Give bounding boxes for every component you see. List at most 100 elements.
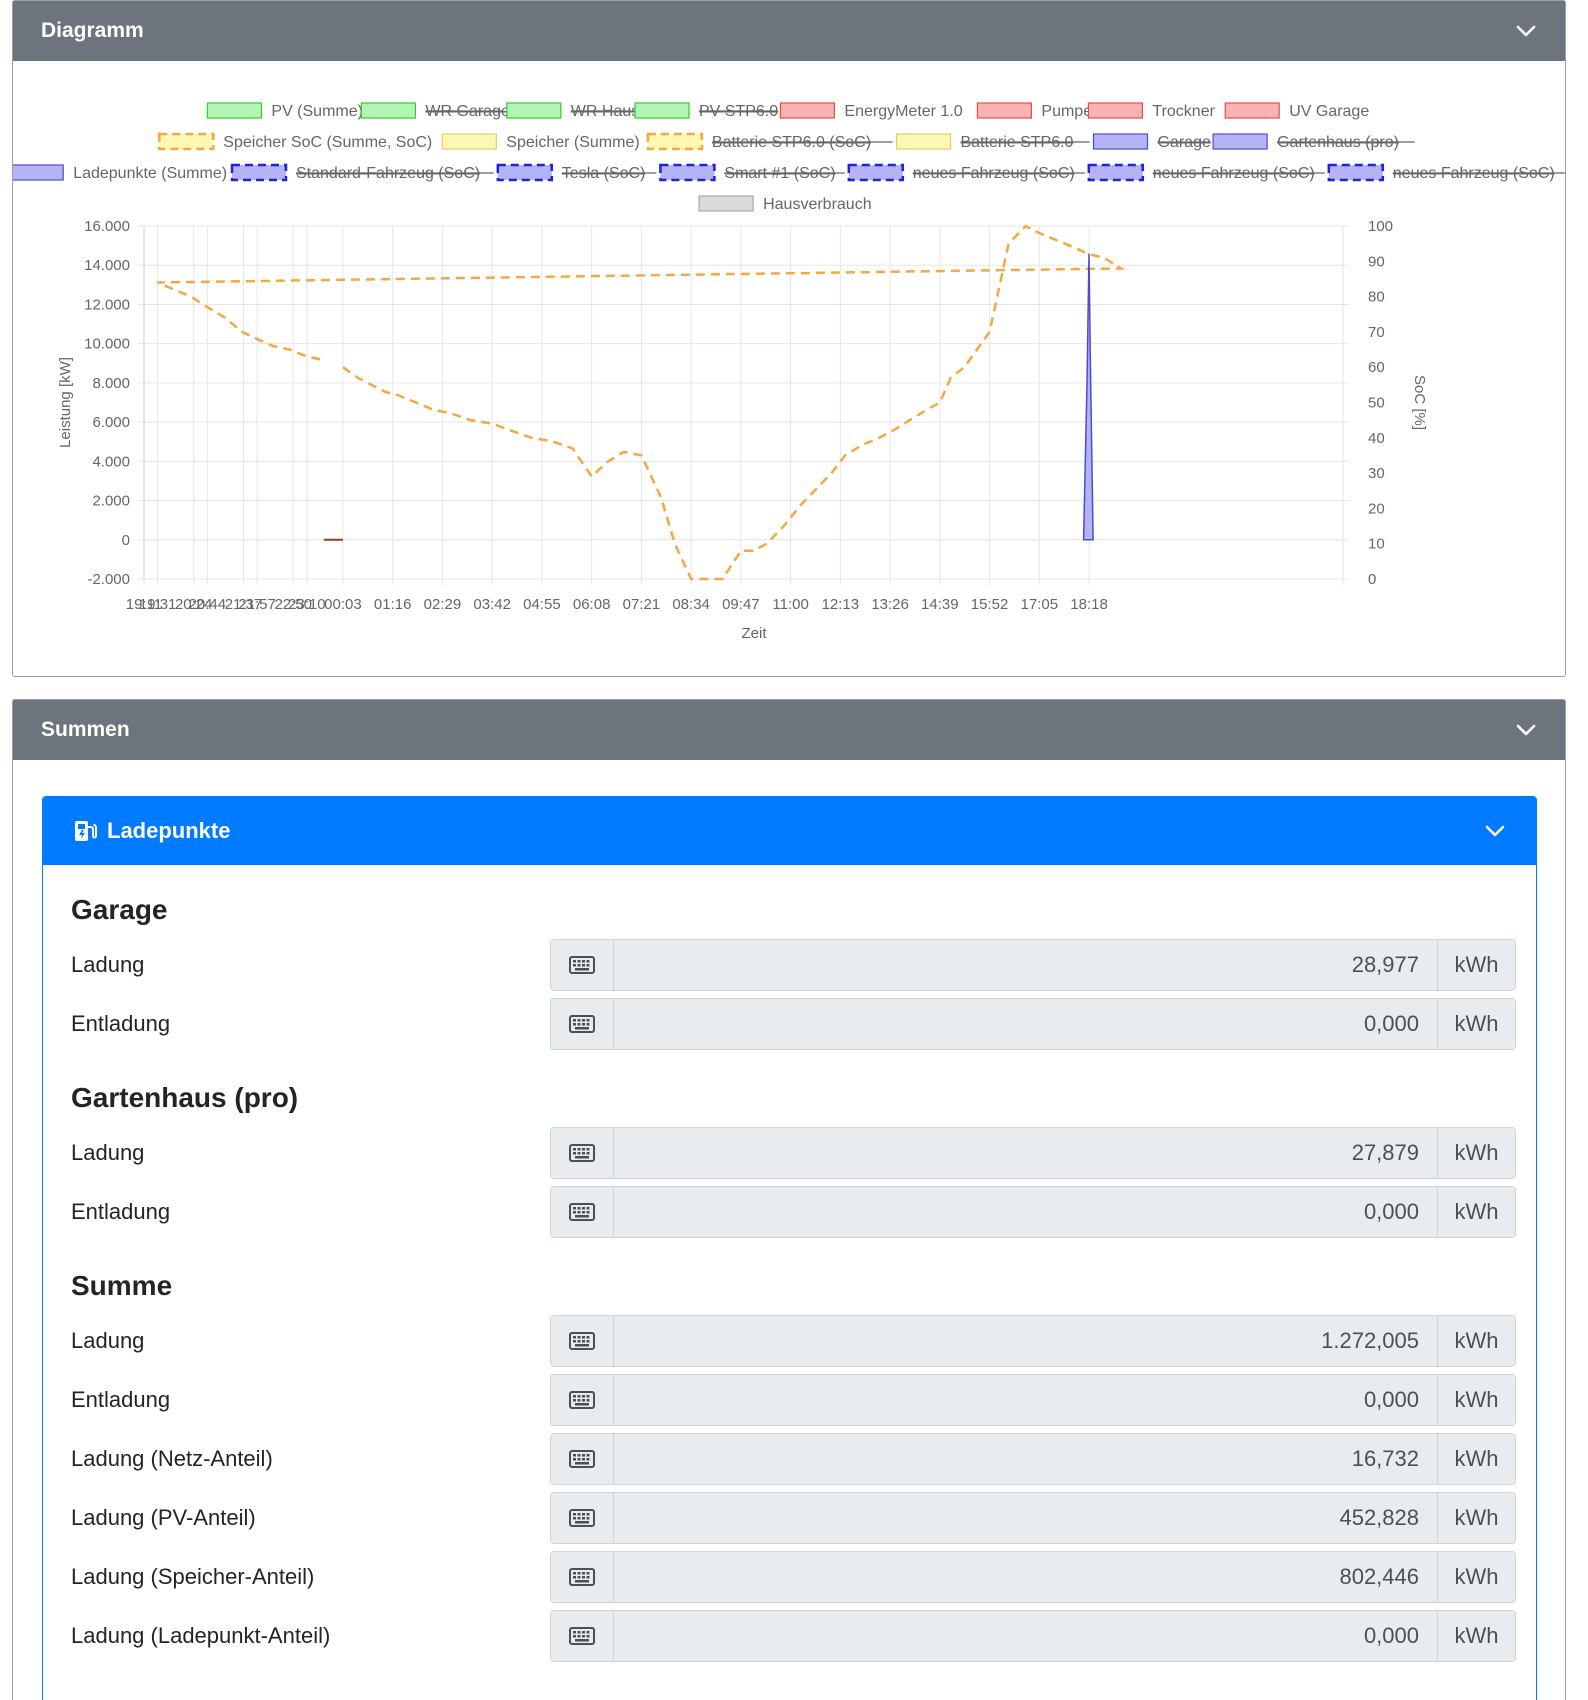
sum-row-label: Entladung xyxy=(71,1386,171,1412)
legend-label: Trockner xyxy=(1152,103,1215,120)
chevron-down-icon[interactable] xyxy=(1515,20,1537,42)
sum-row-label: Entladung xyxy=(71,1198,171,1224)
ladepunkte-title: Ladepunkte xyxy=(107,818,231,843)
series-ladepunkte-area xyxy=(1082,253,1094,541)
legend-label: UV Garage xyxy=(1289,103,1369,120)
sum-unit: kWh xyxy=(1437,1315,1515,1366)
legend-swatch xyxy=(1087,163,1145,182)
y-axis-label-left: Leistung [kW] xyxy=(57,357,74,448)
sum-unit: kWh xyxy=(1437,1610,1515,1661)
summen-card: Summen Ladepunkte Garage Ladung 28,977 kWh E… xyxy=(12,699,1566,1700)
x-tick: 20:44 xyxy=(189,596,227,613)
series-speicher-soc-line xyxy=(157,224,1126,581)
y-tick-right: 40 xyxy=(1368,430,1385,447)
legend-label: Speicher (Summe) xyxy=(506,134,639,151)
x-tick: 15:52 xyxy=(971,596,1009,613)
legend-swatch xyxy=(1212,133,1268,150)
ladepunkte-body: Garage Ladung 28,977 kWh Entladung 0,000 kWh Ga… xyxy=(43,865,1536,1665)
diagramm-title: Diagramm xyxy=(41,19,144,42)
x-tick: 03:42 xyxy=(473,596,511,613)
y-tick-right: 60 xyxy=(1368,359,1385,376)
x-tick: 18:18 xyxy=(1070,596,1108,613)
y-tick-left: 14.000 xyxy=(84,257,130,274)
sum-unit: kWh xyxy=(1437,1492,1515,1543)
legend-swatch xyxy=(1087,102,1144,119)
sum-unit: kWh xyxy=(1437,939,1515,990)
x-tick: 19:31 xyxy=(139,596,177,613)
sum-row: Ladung (Netz-Anteil) 16,732 kWh xyxy=(71,1429,1516,1488)
sum-row-label: Entladung xyxy=(71,1010,171,1036)
legend-swatch xyxy=(158,132,215,151)
sum-value-field: 16,732 kWh xyxy=(550,1432,1516,1485)
legend-swatch xyxy=(1092,133,1149,150)
sum-value-field: 0,000 kWh xyxy=(550,1609,1516,1662)
legend-swatch xyxy=(976,102,1033,119)
sum-row-label: Ladung xyxy=(71,1139,145,1165)
y-tick-right: 10 xyxy=(1368,536,1385,553)
x-tick: 12:13 xyxy=(822,596,860,613)
diagramm-card: Diagramm PV (Summe) WR Garage WR Haus PV ST… xyxy=(12,0,1566,677)
y-tick-right: 80 xyxy=(1368,289,1385,306)
sum-row: Ladung (PV-Anteil) 452,828 kWh xyxy=(71,1488,1516,1547)
x-tick: 08:34 xyxy=(672,596,710,613)
legend-swatch xyxy=(1224,102,1280,119)
sum-row-label: Ladung xyxy=(71,1327,145,1353)
x-tick: 14:39 xyxy=(921,596,959,613)
chevron-down-icon[interactable] xyxy=(1484,820,1506,842)
sum-unit: kWh xyxy=(1437,1433,1515,1484)
x-tick: 23:10 xyxy=(288,596,326,613)
x-tick: 00:03 xyxy=(324,596,362,613)
sum-row: Ladung (Speicher-Anteil) 802,446 kWh xyxy=(71,1547,1516,1606)
keyboard-icon xyxy=(551,1551,614,1602)
sum-value-field: 0,000 kWh xyxy=(550,1373,1516,1426)
keyboard-icon xyxy=(551,1610,614,1661)
legend-label: Speicher SoC (Summe, SoC) xyxy=(223,134,432,151)
legend-swatch xyxy=(779,102,836,119)
x-tick: 07:21 xyxy=(623,596,661,613)
keyboard-icon xyxy=(551,1315,614,1366)
sum-value: 0,000 xyxy=(614,1610,1437,1661)
y-tick-left: 0 xyxy=(122,532,130,549)
diagramm-header[interactable]: Diagramm xyxy=(13,1,1565,61)
chevron-down-icon[interactable] xyxy=(1515,719,1537,741)
sum-row-label: Ladung xyxy=(71,951,145,977)
keyboard-icon xyxy=(551,1127,614,1178)
legend-swatch xyxy=(1327,163,1385,182)
energy-chart: PV (Summe) WR Garage WR Haus PV STP6.0 Energ… xyxy=(13,102,1565,642)
sum-value: 16,732 xyxy=(614,1433,1437,1484)
legend-swatch xyxy=(206,102,262,119)
sum-unit: kWh xyxy=(1437,998,1515,1049)
y-tick-right: 20 xyxy=(1368,500,1385,517)
sum-value-field: 28,977 kWh xyxy=(550,938,1516,991)
legend-swatch xyxy=(646,132,704,151)
sum-row: Entladung 0,000 kWh xyxy=(71,1370,1516,1429)
group-title: Garage xyxy=(71,894,168,925)
sum-row-label: Ladung (Speicher-Anteil) xyxy=(71,1563,315,1589)
y-tick-left: 4.000 xyxy=(92,453,130,470)
x-tick: 17:05 xyxy=(1021,596,1059,613)
legend-swatch xyxy=(895,133,952,150)
sum-row: Ladung (Ladepunkt-Anteil) 0,000 kWh xyxy=(71,1606,1516,1665)
y-tick-left: 6.000 xyxy=(92,414,130,431)
legend-swatch xyxy=(634,102,690,119)
legend-swatch xyxy=(360,102,416,119)
x-tick: 21:57 xyxy=(238,596,276,613)
summen-header[interactable]: Summen xyxy=(13,700,1565,760)
sum-value-field: 1.272,005 kWh xyxy=(550,1314,1516,1367)
sum-unit: kWh xyxy=(1437,1186,1515,1237)
sum-value-field: 452,828 kWh xyxy=(550,1491,1516,1544)
ladepunkte-header[interactable]: Ladepunkte xyxy=(43,797,1536,865)
x-tick: 02:29 xyxy=(424,596,462,613)
legend-swatch xyxy=(698,195,754,212)
sum-value: 0,000 xyxy=(614,998,1437,1049)
group-title: Summe xyxy=(71,1270,173,1301)
legend-label: EnergyMeter 1.0 xyxy=(844,103,962,120)
keyboard-icon xyxy=(551,1492,614,1543)
legend-swatch xyxy=(659,163,716,182)
y-tick-left: 2.000 xyxy=(92,493,130,510)
sum-unit: kWh xyxy=(1437,1551,1515,1602)
y-tick-left: -2.000 xyxy=(87,571,130,588)
y-tick-left: 8.000 xyxy=(92,375,130,392)
legend-label: Hausverbrauch xyxy=(763,196,872,213)
sum-value-field: 0,000 kWh xyxy=(550,997,1516,1050)
